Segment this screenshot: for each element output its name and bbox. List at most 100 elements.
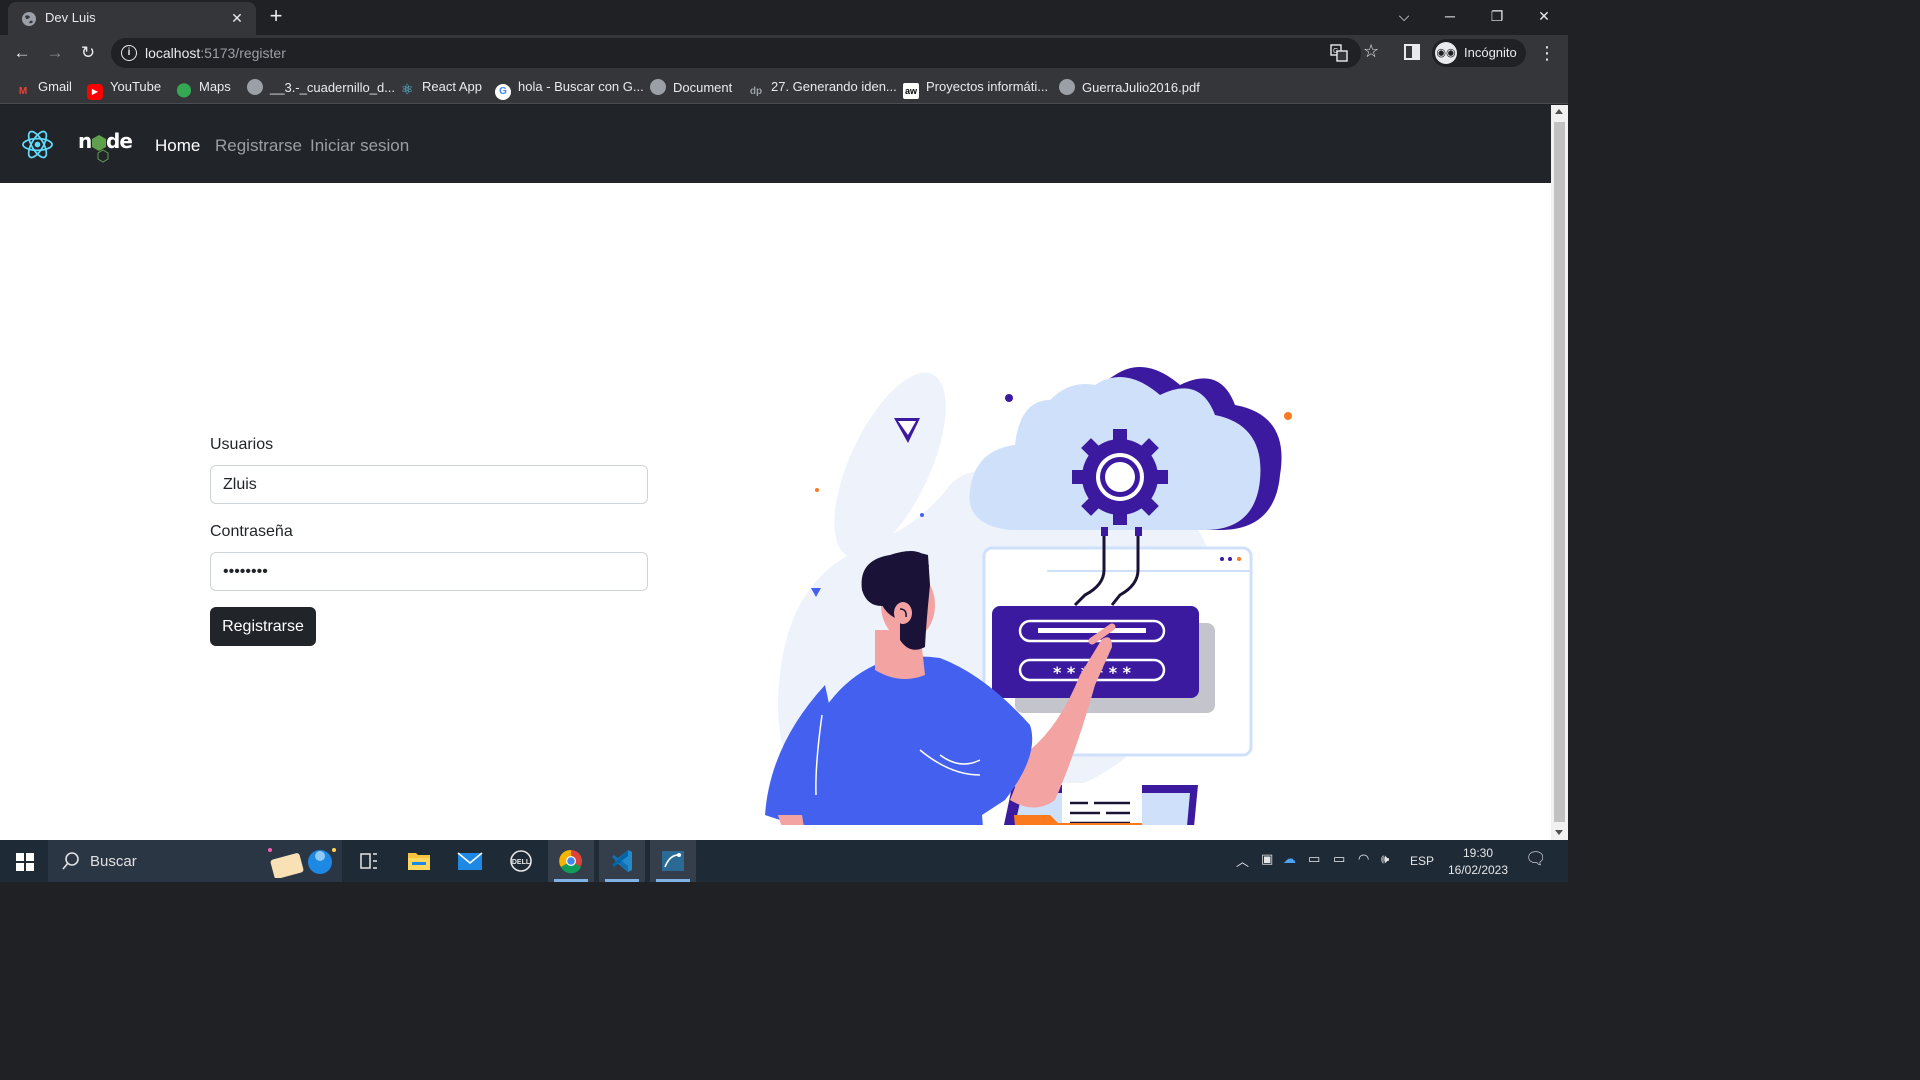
browser-menu-icon[interactable]: ⋮: [1538, 42, 1556, 64]
node-logo-icon: n de: [78, 129, 133, 163]
search-highlight-art-icon: [268, 848, 336, 878]
scroll-down-icon[interactable]: [1555, 830, 1563, 835]
side-panel-icon[interactable]: [1404, 44, 1420, 60]
globe-icon: [650, 79, 666, 95]
url-text[interactable]: localhost:5173/register: [145, 45, 286, 61]
google-icon: G: [495, 84, 511, 100]
globe-icon: [247, 79, 263, 95]
mail-app-button[interactable]: [447, 840, 493, 882]
browser-tab-strip: Dev Luis ✕ + ⌵ ─ ❐ ✕: [0, 0, 1568, 35]
address-bar[interactable]: i localhost:5173/register G ☆: [111, 38, 1379, 68]
new-tab-button[interactable]: +: [265, 5, 287, 27]
gmail-icon: M: [18, 86, 28, 97]
dell-icon: DELL: [510, 850, 532, 872]
reload-icon[interactable]: ↻: [77, 42, 99, 64]
username-label: Usuarios: [210, 436, 274, 453]
taskbar-search-label: Buscar: [90, 853, 137, 870]
maps-icon: ⬤: [176, 81, 192, 97]
svg-text:de: de: [106, 129, 132, 153]
notifications-icon[interactable]: 🗨: [1525, 849, 1547, 869]
url-host: localhost: [145, 45, 201, 61]
dell-app-button[interactable]: DELL: [498, 840, 544, 882]
bookmark-gmail[interactable]: M Gmail: [15, 79, 72, 97]
meet-now-icon[interactable]: ▣: [1261, 851, 1273, 867]
scroll-up-icon[interactable]: [1555, 109, 1563, 114]
clock-date: 16/02/2023: [1447, 863, 1509, 877]
chrome-app-button[interactable]: [548, 840, 594, 882]
bookmarks-bar: M Gmail ▶ YouTube ⬤ Maps __3.-_cuadernillo_…: [0, 71, 1568, 104]
dp-icon: dp: [749, 86, 763, 97]
svg-text:DELL: DELL: [512, 859, 531, 866]
globe-icon: [1059, 79, 1075, 95]
onedrive-icon[interactable]: ☁: [1283, 851, 1296, 867]
mysql-workbench-button[interactable]: [650, 840, 696, 882]
youtube-icon: ▶: [87, 84, 103, 100]
password-label: Contraseña: [210, 523, 293, 540]
minimize-icon[interactable]: ─: [1440, 6, 1460, 26]
vscode-app-button[interactable]: [599, 840, 645, 882]
vscode-icon: [612, 850, 632, 872]
task-view-button[interactable]: [346, 840, 392, 882]
battery-icon[interactable]: ▭: [1333, 851, 1345, 867]
site-info-icon[interactable]: i: [121, 45, 137, 61]
file-explorer-button[interactable]: [396, 840, 442, 882]
bookmark-maps[interactable]: ⬤ Maps: [176, 79, 231, 97]
windows-taskbar: Buscar DELL ︿ ▣ ☁ ▭ ▭ ◠ 🕪 ESP 19:30 16/0…: [0, 840, 1568, 882]
incognito-label: Incógnito: [1464, 45, 1517, 60]
tray-overflow-chevron-icon[interactable]: ︿: [1236, 851, 1249, 870]
nav-register-link[interactable]: Registrarse: [215, 136, 302, 156]
clock-time: 19:30: [1462, 846, 1494, 860]
react-logo-icon[interactable]: [21, 128, 54, 161]
react-icon: ⚛: [400, 81, 414, 97]
tab-close-icon[interactable]: ✕: [228, 10, 246, 28]
page-viewport: n de Home Registrarse Iniciar sesion Usu…: [0, 105, 1551, 840]
username-input[interactable]: [210, 465, 648, 504]
folder-icon: [408, 853, 430, 870]
language-indicator[interactable]: ESP: [1410, 854, 1434, 868]
scrollbar-thumb[interactable]: [1554, 122, 1565, 822]
bookmark-guerrajulio-pdf[interactable]: GuerraJulio2016.pdf: [1059, 79, 1200, 97]
bookmark-youtube[interactable]: ▶ YouTube: [87, 79, 161, 100]
restore-icon[interactable]: ❐: [1487, 6, 1507, 26]
bookmark-google-search[interactable]: Ghola - Buscar con G...: [495, 79, 644, 100]
url-path: :5173/register: [200, 45, 286, 61]
task-view-icon: [360, 853, 377, 869]
back-icon[interactable]: ←: [11, 42, 33, 64]
app-navbar: n de Home Registrarse Iniciar sesion: [0, 105, 1551, 183]
tab-title: Dev Luis: [45, 10, 96, 25]
bookmark-star-icon[interactable]: ☆: [1363, 41, 1379, 62]
database-tool-icon: [662, 851, 684, 871]
chrome-icon: [559, 849, 582, 874]
mail-icon: [457, 852, 483, 870]
globe-icon: [22, 12, 36, 26]
taskbar-clock[interactable]: 19:30 16/02/2023: [1446, 845, 1510, 879]
tab-search-chevron-icon[interactable]: ⌵: [1394, 6, 1414, 26]
tab-dev-luis[interactable]: Dev Luis ✕: [8, 2, 256, 35]
volume-icon[interactable]: 🕪: [1381, 851, 1389, 867]
svg-text:n: n: [78, 129, 91, 153]
close-icon[interactable]: ✕: [1534, 6, 1554, 26]
display-icon[interactable]: ▭: [1308, 851, 1320, 867]
wifi-icon[interactable]: ◠: [1358, 851, 1369, 867]
windows-start-icon[interactable]: [16, 853, 34, 871]
svg-text:G: G: [1333, 48, 1338, 55]
search-icon: [62, 852, 79, 870]
register-submit-button[interactable]: Registrarse: [210, 607, 316, 646]
nav-login-link[interactable]: Iniciar sesion: [310, 136, 409, 156]
bookmark-cuadernillo[interactable]: __3.-_cuadernillo_d...: [247, 79, 395, 97]
bookmark-document[interactable]: Document: [650, 79, 732, 97]
password-input[interactable]: [210, 552, 648, 591]
forward-icon[interactable]: →: [44, 42, 66, 64]
aw-icon: aw: [903, 83, 919, 99]
translate-icon[interactable]: G: [1330, 44, 1348, 62]
browser-toolbar: ← → ↻ i localhost:5173/register G ☆ ◉◉ I…: [0, 35, 1568, 71]
login-illustration: * * * * * *: [765, 367, 1292, 825]
bookmark-generando[interactable]: dp 27. Generando iden...: [748, 79, 897, 97]
incognito-profile-button[interactable]: ◉◉ Incógnito: [1432, 39, 1526, 67]
page-scrollbar[interactable]: [1551, 105, 1568, 840]
bookmark-react-app[interactable]: ⚛ React App: [399, 79, 482, 97]
bookmark-proyectos[interactable]: aw Proyectos informáti...: [903, 79, 1048, 99]
incognito-icon: ◉◉: [1435, 42, 1457, 64]
nav-home-link[interactable]: Home: [155, 136, 200, 156]
taskbar-search-box[interactable]: Buscar: [48, 840, 342, 882]
